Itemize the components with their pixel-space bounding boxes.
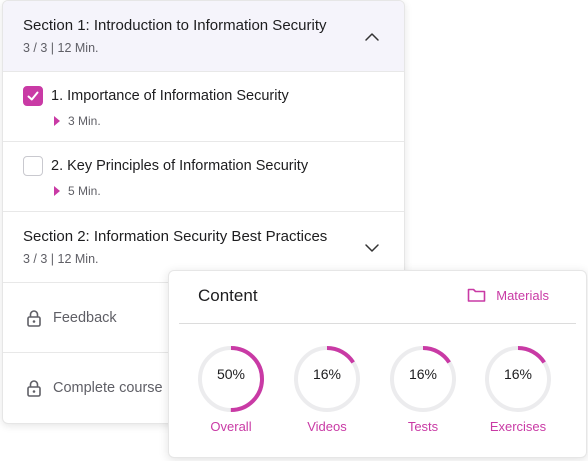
lesson-title: 1. Importance of Information Security [51, 88, 289, 104]
lock-icon [27, 380, 41, 397]
stat-value: 16% [408, 366, 438, 382]
progress-rings: 50% Overall 16% Videos 16% Tests 16% Exe… [169, 345, 586, 445]
lesson-duration: 3 Min. [68, 114, 101, 128]
section-meta: 3 / 3 | 12 Min. [23, 252, 99, 266]
stat-value: 50% [216, 366, 246, 382]
locked-item-label: Feedback [53, 309, 117, 326]
section-title: Section 1: Introduction to Information S… [23, 17, 327, 34]
lesson-item[interactable]: 2. Key Principles of Information Securit… [3, 142, 404, 212]
content-stats-card: Content Materials 50% Overall 16% Videos [168, 270, 587, 458]
chevron-up-icon[interactable] [364, 29, 380, 45]
stat-label: Tests [407, 419, 439, 434]
section-1-header[interactable]: Section 1: Introduction to Information S… [3, 1, 404, 72]
play-icon [54, 116, 60, 126]
lesson-title: 2. Key Principles of Information Securit… [51, 158, 309, 174]
lesson-duration: 5 Min. [68, 184, 101, 198]
stat-value: 16% [503, 366, 533, 382]
lock-icon [27, 309, 41, 327]
stat-exercises: 16% Exercises [478, 345, 558, 434]
lesson-checkbox[interactable] [23, 156, 43, 176]
stat-videos: 16% Videos [287, 345, 367, 434]
checkmark-icon [27, 91, 39, 101]
stat-value: 16% [312, 366, 342, 382]
materials-label: Materials [496, 287, 549, 303]
materials-link[interactable]: Materials [467, 287, 549, 303]
content-header: Content Materials [179, 271, 576, 324]
play-icon [54, 186, 60, 196]
stat-overall: 50% Overall [191, 345, 271, 434]
folder-icon [467, 288, 486, 302]
section-meta: 3 / 3 | 12 Min. [23, 41, 99, 55]
stat-tests: 16% Tests [383, 345, 463, 434]
stat-label: Videos [307, 419, 347, 434]
section-title: Section 2: Information Security Best Pra… [23, 228, 328, 245]
lesson-item[interactable]: 1. Importance of Information Security 3 … [3, 72, 404, 142]
stat-label: Exercises [489, 419, 547, 434]
stat-label: Overall [210, 419, 252, 434]
lesson-checkbox[interactable] [23, 86, 43, 106]
locked-item-label: Complete course [53, 380, 163, 396]
content-title: Content [198, 286, 258, 305]
chevron-down-icon[interactable] [364, 240, 380, 256]
